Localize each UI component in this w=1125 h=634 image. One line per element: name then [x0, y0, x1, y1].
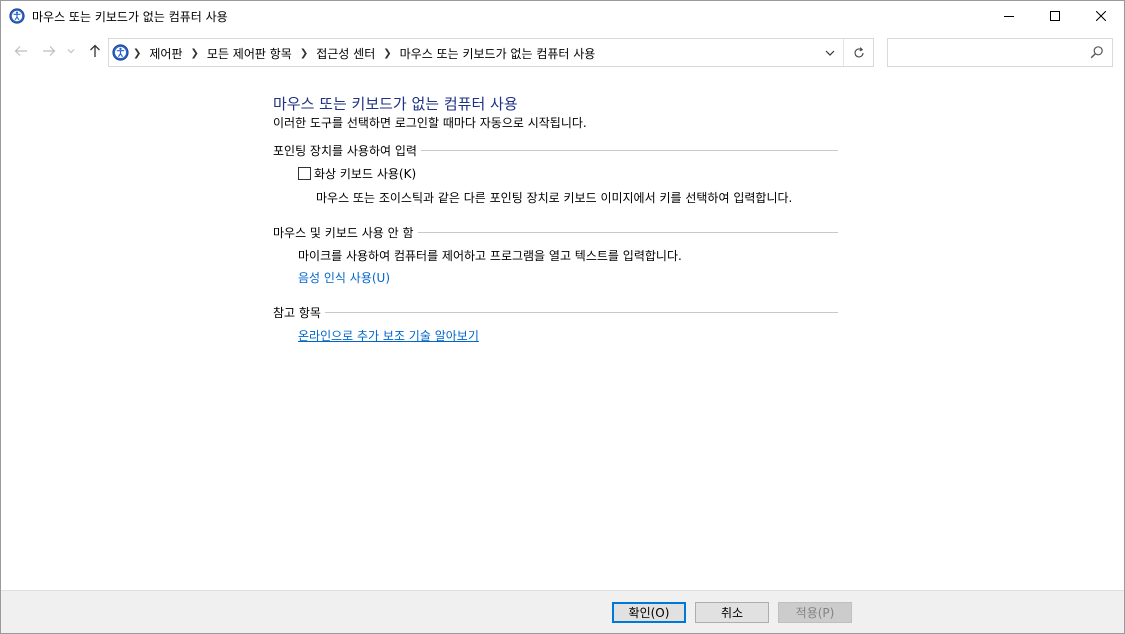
content-area: 마우스 또는 키보드가 없는 컴퓨터 사용 이러한 도구를 선택하면 로그인할 … — [1, 73, 1124, 589]
address-history-button[interactable] — [819, 39, 841, 66]
speech-recognition-link[interactable]: 음성 인식 사용(U) — [298, 269, 390, 286]
breadcrumb: ❯ 제어판 ❯ 모든 제어판 항목 ❯ 접근성 센터 ❯ 마우스 또는 키보드가… — [133, 45, 595, 62]
window: 마우스 또는 키보드가 없는 컴퓨터 사용 ❯ 제어판 ❯ 모든 제어판 항목 … — [0, 0, 1125, 634]
breadcrumb-separator-icon[interactable]: ❯ — [133, 48, 141, 59]
recent-locations-button[interactable] — [65, 43, 77, 59]
ease-of-access-icon — [9, 8, 25, 24]
maximize-button[interactable] — [1032, 1, 1078, 31]
breadcrumb-separator-icon[interactable]: ❯ — [191, 48, 199, 59]
navigation-bar: ❯ 제어판 ❯ 모든 제어판 항목 ❯ 접근성 센터 ❯ 마우스 또는 키보드가… — [1, 31, 1124, 73]
cancel-button[interactable]: 취소 — [695, 602, 769, 623]
page-subtitle: 이러한 도구를 선택하면 로그인할 때마다 자동으로 시작됩니다. — [273, 116, 587, 130]
apply-button[interactable]: 적용(P) — [778, 602, 852, 623]
page-title: 마우스 또는 키보드가 없는 컴퓨터 사용 — [273, 95, 518, 113]
section-divider — [417, 232, 838, 233]
address-bar[interactable]: ❯ 제어판 ❯ 모든 제어판 항목 ❯ 접근성 센터 ❯ 마우스 또는 키보드가… — [108, 38, 874, 67]
breadcrumb-separator-icon[interactable]: ❯ — [300, 48, 308, 59]
section-header-pointing-device: 포인팅 장치를 사용하여 입력 — [273, 142, 838, 159]
address-divider — [843, 39, 844, 66]
section-header-no-mouse-keyboard: 마우스 및 키보드 사용 안 함 — [273, 224, 838, 241]
breadcrumb-separator-icon[interactable]: ❯ — [383, 48, 391, 59]
maximize-icon — [1050, 11, 1060, 21]
minimize-icon — [1004, 16, 1014, 17]
on-screen-keyboard-label[interactable]: 화상 키보드 사용(K) — [314, 165, 416, 182]
search-icon[interactable] — [1090, 45, 1106, 61]
section-header-see-also: 참고 항목 — [273, 304, 838, 321]
section-title: 포인팅 장치를 사용하여 입력 — [273, 144, 417, 158]
window-title: 마우스 또는 키보드가 없는 컴퓨터 사용 — [32, 10, 228, 24]
section-title: 마우스 및 키보드 사용 안 함 — [273, 226, 414, 240]
breadcrumb-item-ease-of-access-center[interactable]: 접근성 센터 — [316, 45, 375, 62]
ok-button[interactable]: 확인(O) — [612, 602, 686, 623]
on-screen-keyboard-option[interactable]: 화상 키보드 사용(K) — [298, 165, 416, 182]
up-button[interactable] — [87, 43, 103, 59]
back-button[interactable] — [13, 43, 29, 59]
breadcrumb-item-all-control-panel-items[interactable]: 모든 제어판 항목 — [207, 45, 292, 62]
dialog-footer: 확인(O) 취소 적용(P) — [1, 590, 1124, 633]
on-screen-keyboard-description: 마우스 또는 조이스틱과 같은 다른 포인팅 장치로 키보드 이미지에서 키를 … — [316, 191, 793, 205]
forward-button[interactable] — [41, 43, 57, 59]
ease-of-access-icon — [112, 44, 129, 61]
chevron-down-icon — [67, 49, 75, 54]
close-button[interactable] — [1078, 1, 1124, 31]
forward-arrow-icon — [43, 46, 56, 56]
on-screen-keyboard-checkbox[interactable] — [298, 167, 311, 180]
minimize-button[interactable] — [986, 1, 1032, 31]
refresh-button[interactable] — [846, 39, 872, 66]
section-title: 참고 항목 — [273, 306, 321, 320]
search-box[interactable] — [887, 38, 1113, 67]
breadcrumb-item-control-panel[interactable]: 제어판 — [149, 45, 182, 62]
section-divider — [324, 312, 838, 313]
search-input[interactable] — [892, 42, 1082, 63]
speech-recognition-description: 마이크를 사용하여 컴퓨터를 제어하고 프로그램을 열고 텍스트를 입력합니다. — [298, 249, 682, 263]
chevron-down-icon — [825, 50, 835, 56]
back-arrow-icon — [14, 46, 27, 56]
refresh-icon — [854, 46, 864, 57]
title-bar[interactable]: 마우스 또는 키보드가 없는 컴퓨터 사용 — [1, 1, 1124, 31]
close-icon — [1096, 11, 1106, 21]
up-arrow-icon — [90, 44, 100, 57]
assistive-technology-online-link[interactable]: 온라인으로 추가 보조 기술 알아보기 — [298, 327, 479, 344]
section-divider — [420, 150, 838, 151]
breadcrumb-item-current-page[interactable]: 마우스 또는 키보드가 없는 컴퓨터 사용 — [400, 45, 596, 62]
